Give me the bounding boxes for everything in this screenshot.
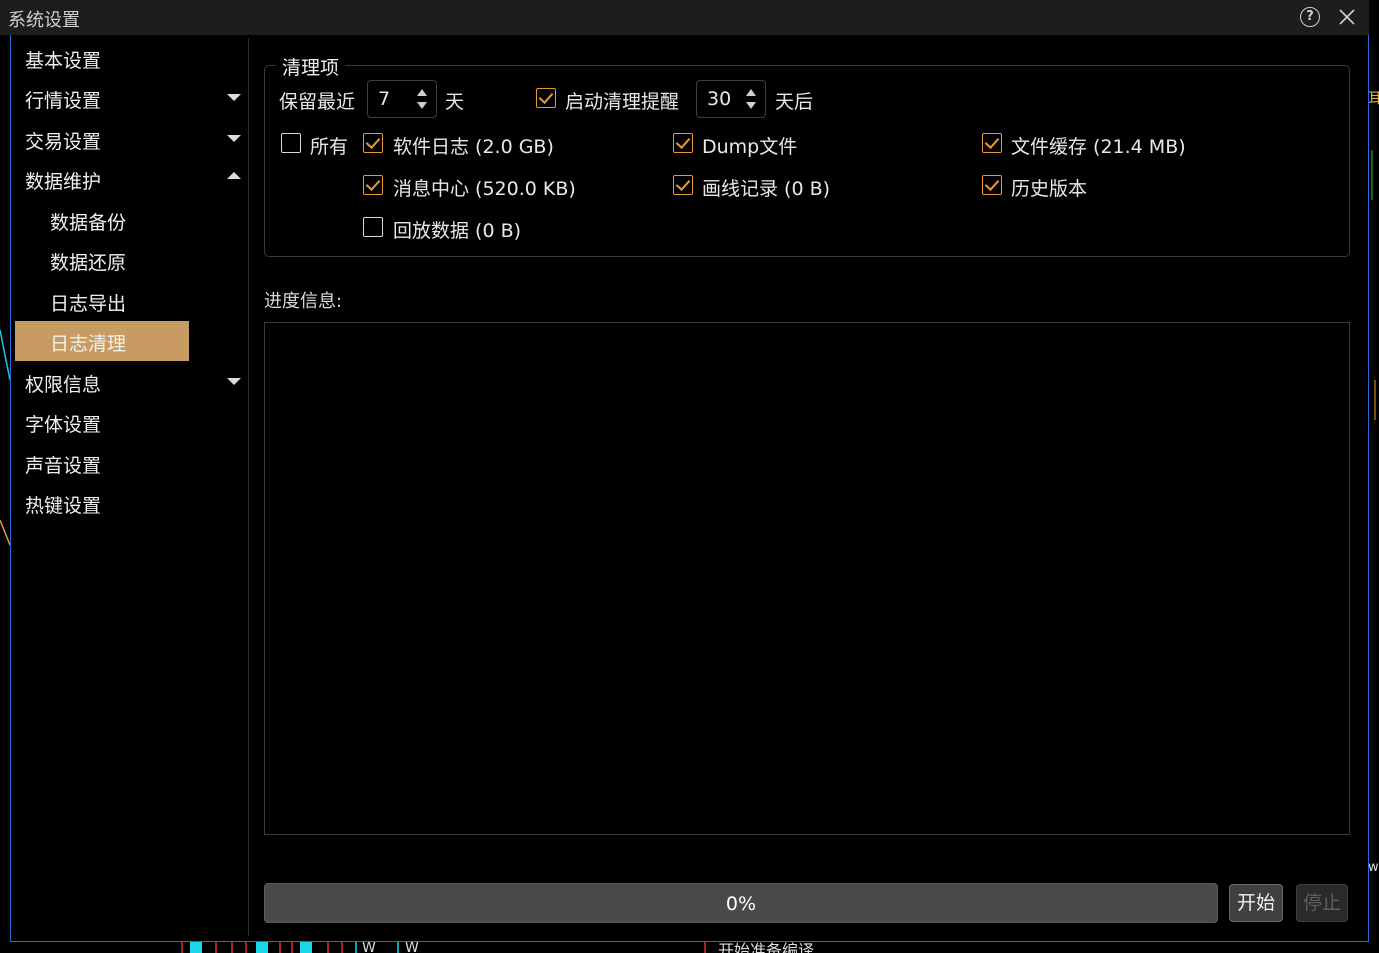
sidebar-item-market[interactable]: 行情设置 (15, 78, 249, 118)
message-center-checkbox[interactable] (363, 175, 383, 195)
drawing-records-label[interactable]: 画线记录 (0 B) (702, 174, 830, 201)
reminder-label[interactable]: 启动清理提醒 (565, 87, 679, 114)
dump-files-checkbox[interactable] (673, 133, 693, 153)
sidebar-item-label: 权限信息 (25, 374, 102, 396)
sidebar-item-label: 数据维护 (25, 171, 102, 193)
dump-files-label[interactable]: Dump文件 (702, 132, 797, 159)
spin-up-icon[interactable] (417, 89, 427, 96)
message-center-label[interactable]: 消息中心 (520.0 KB) (393, 174, 576, 201)
cleanup-group-title: 清理项 (276, 53, 346, 80)
help-icon[interactable]: ? (1300, 7, 1320, 27)
sidebar-item-label: 交易设置 (25, 131, 102, 153)
sidebar-item-label: 基本设置 (25, 50, 102, 72)
sidebar-item-label: 声音设置 (25, 455, 102, 477)
spin-up-icon[interactable] (746, 89, 756, 96)
history-versions-checkbox[interactable] (982, 175, 1002, 195)
sidebar-item-permissions[interactable]: 权限信息 (15, 362, 249, 402)
progress-bar: 0% (264, 883, 1218, 923)
sidebar-item-data-backup[interactable]: 数据备份 (15, 200, 249, 240)
drawing-records-checkbox[interactable] (673, 175, 693, 195)
sidebar-item-sound[interactable]: 声音设置 (15, 443, 249, 483)
chevron-up-icon[interactable] (227, 172, 241, 179)
background-chart-right: 耳 w (1368, 80, 1379, 900)
sidebar-item-basic[interactable]: 基本设置 (15, 38, 249, 78)
progress-percent: 0% (725, 893, 757, 915)
reminder-days-value: 30 (707, 88, 732, 110)
title-bar[interactable]: 系统设置 ? (0, 0, 1369, 35)
sidebar-item-trading[interactable]: 交易设置 (15, 119, 249, 159)
keep-days-value: 7 (378, 88, 391, 110)
sidebar-item-data-maintenance[interactable]: 数据维护 (15, 159, 249, 199)
sidebar-item-label: 数据备份 (50, 212, 127, 234)
keep-days-spinbox[interactable]: 7 (367, 80, 437, 118)
sidebar-item-label: 字体设置 (25, 414, 102, 436)
sidebar-item-label: 日志导出 (50, 293, 127, 315)
sidebar-item-label: 行情设置 (25, 90, 102, 112)
sidebar-item-label: 热键设置 (25, 495, 102, 517)
sidebar-item-data-restore[interactable]: 数据还原 (15, 240, 249, 280)
background-chart-left (0, 300, 11, 600)
history-versions-label[interactable]: 历史版本 (1011, 174, 1087, 201)
reminder-days-spinbox[interactable]: 30 (696, 80, 766, 118)
progress-info-label: 进度信息: (264, 291, 343, 312)
chevron-down-icon[interactable] (227, 378, 241, 385)
reminder-days-unit: 天后 (775, 91, 814, 113)
spin-down-icon[interactable] (746, 102, 756, 109)
software-log-checkbox[interactable] (363, 133, 383, 153)
sidebar-item-hotkeys[interactable]: 热键设置 (15, 483, 249, 523)
chevron-down-icon[interactable] (227, 135, 241, 142)
file-cache-label[interactable]: 文件缓存 (21.4 MB) (1011, 132, 1186, 159)
sidebar-item-font[interactable]: 字体设置 (15, 402, 249, 442)
keep-days-label: 保留最近 (279, 91, 356, 113)
start-button[interactable]: 开始 (1229, 884, 1283, 922)
all-checkbox[interactable] (281, 133, 301, 153)
software-log-label[interactable]: 软件日志 (2.0 GB) (393, 132, 554, 159)
playback-data-label[interactable]: 回放数据 (0 B) (393, 216, 521, 243)
sidebar-item-log-cleanup[interactable]: 日志清理 (15, 321, 189, 361)
chevron-down-icon[interactable] (227, 94, 241, 101)
background-glyph: 耳 (1368, 91, 1379, 107)
sidebar-item-label: 数据还原 (50, 252, 127, 274)
reminder-checkbox[interactable] (536, 88, 556, 108)
window-title: 系统设置 (8, 10, 80, 31)
sidebar-item-log-export[interactable]: 日志导出 (15, 281, 249, 321)
spin-down-icon[interactable] (417, 102, 427, 109)
all-label[interactable]: 所有 (310, 132, 348, 159)
playback-data-checkbox[interactable] (363, 217, 383, 237)
close-icon[interactable] (1336, 6, 1358, 28)
stop-button[interactable]: 停止 (1296, 884, 1348, 922)
file-cache-checkbox[interactable] (982, 133, 1002, 153)
background-glyph: w (1368, 860, 1379, 875)
sidebar-item-label: 日志清理 (50, 333, 127, 355)
progress-log-area[interactable] (264, 322, 1350, 835)
keep-days-unit: 天 (445, 91, 465, 113)
settings-sidebar: 基本设置 行情设置 交易设置 数据维护 数据备份 数据还原 日志导出 日志清理 … (15, 38, 249, 936)
